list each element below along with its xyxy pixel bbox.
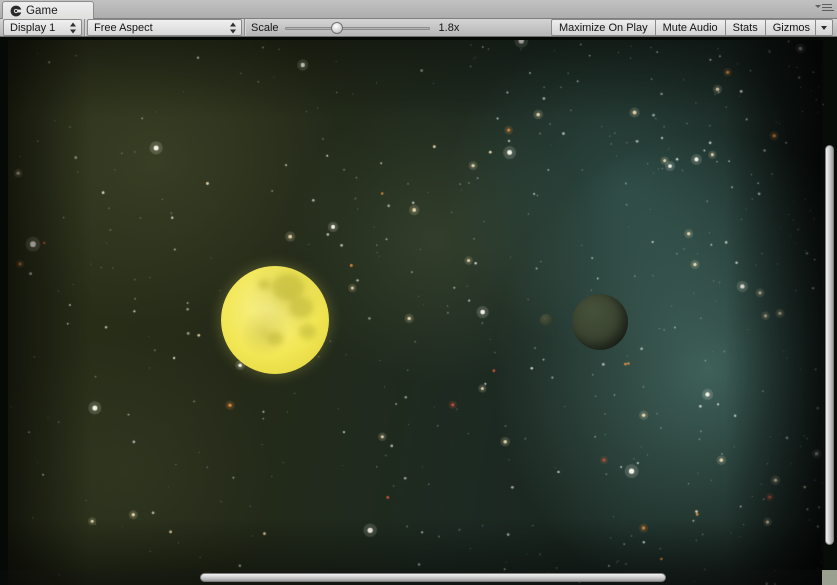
game-viewport[interactable]: [0, 37, 837, 585]
gizmos-button[interactable]: Gizmos: [764, 19, 815, 36]
starfield: [8, 40, 824, 585]
aspect-dropdown-label: Free Aspect: [94, 21, 153, 34]
window-menu-arrow: [815, 5, 821, 8]
aspect-dropdown[interactable]: Free Aspect: [87, 19, 242, 36]
scale-slider-knob[interactable]: [330, 21, 343, 34]
chevron-updown-icon: [230, 22, 237, 33]
game-view-toolbar: Display 1 Free Aspect Scale 1.8x Maximiz…: [0, 19, 837, 37]
vertical-scrollbar-thumb[interactable]: [825, 145, 834, 545]
sun-surface-mottle: [257, 278, 271, 290]
scrollbar-corner: [822, 570, 837, 585]
vertical-scrollbar[interactable]: [822, 37, 837, 570]
space-scene: [8, 40, 824, 585]
chevron-updown-icon: [70, 22, 77, 33]
horizontal-scrollbar-thumb[interactable]: [200, 573, 666, 582]
sun: [221, 266, 329, 374]
gizmos-dropdown-button[interactable]: [815, 19, 833, 36]
scale-label: Scale: [251, 21, 279, 34]
scale-value: 1.8x: [438, 21, 460, 34]
scale-slider[interactable]: [284, 21, 430, 35]
unity-game-view-window: Game Display 1 Free Aspect Scale 1.8x Ma…: [0, 0, 837, 585]
mute-audio-button[interactable]: Mute Audio: [654, 19, 725, 36]
maximize-on-play-button[interactable]: Maximize On Play: [550, 19, 655, 36]
moon: [540, 314, 552, 326]
tab-bar: Game: [0, 0, 837, 20]
stats-button[interactable]: Stats: [724, 19, 765, 36]
sun-surface-mottle: [298, 324, 317, 339]
window-menu-icon[interactable]: [815, 4, 834, 15]
chevron-down-icon: [821, 25, 827, 30]
scale-slider-track: [284, 26, 430, 30]
planet: [572, 294, 628, 350]
sun-surface-mottle: [267, 331, 283, 345]
horizontal-scrollbar[interactable]: [0, 570, 822, 585]
tab-game[interactable]: Game: [2, 1, 94, 20]
scale-control: Scale 1.8x: [245, 19, 463, 36]
sun-surface-mottle: [289, 297, 313, 318]
tab-label: Game: [26, 5, 58, 17]
display-dropdown-label: Display 1: [10, 21, 56, 34]
display-dropdown[interactable]: Display 1: [3, 19, 82, 36]
toolbar-separator: [84, 19, 85, 36]
game-view-icon: [10, 5, 22, 17]
